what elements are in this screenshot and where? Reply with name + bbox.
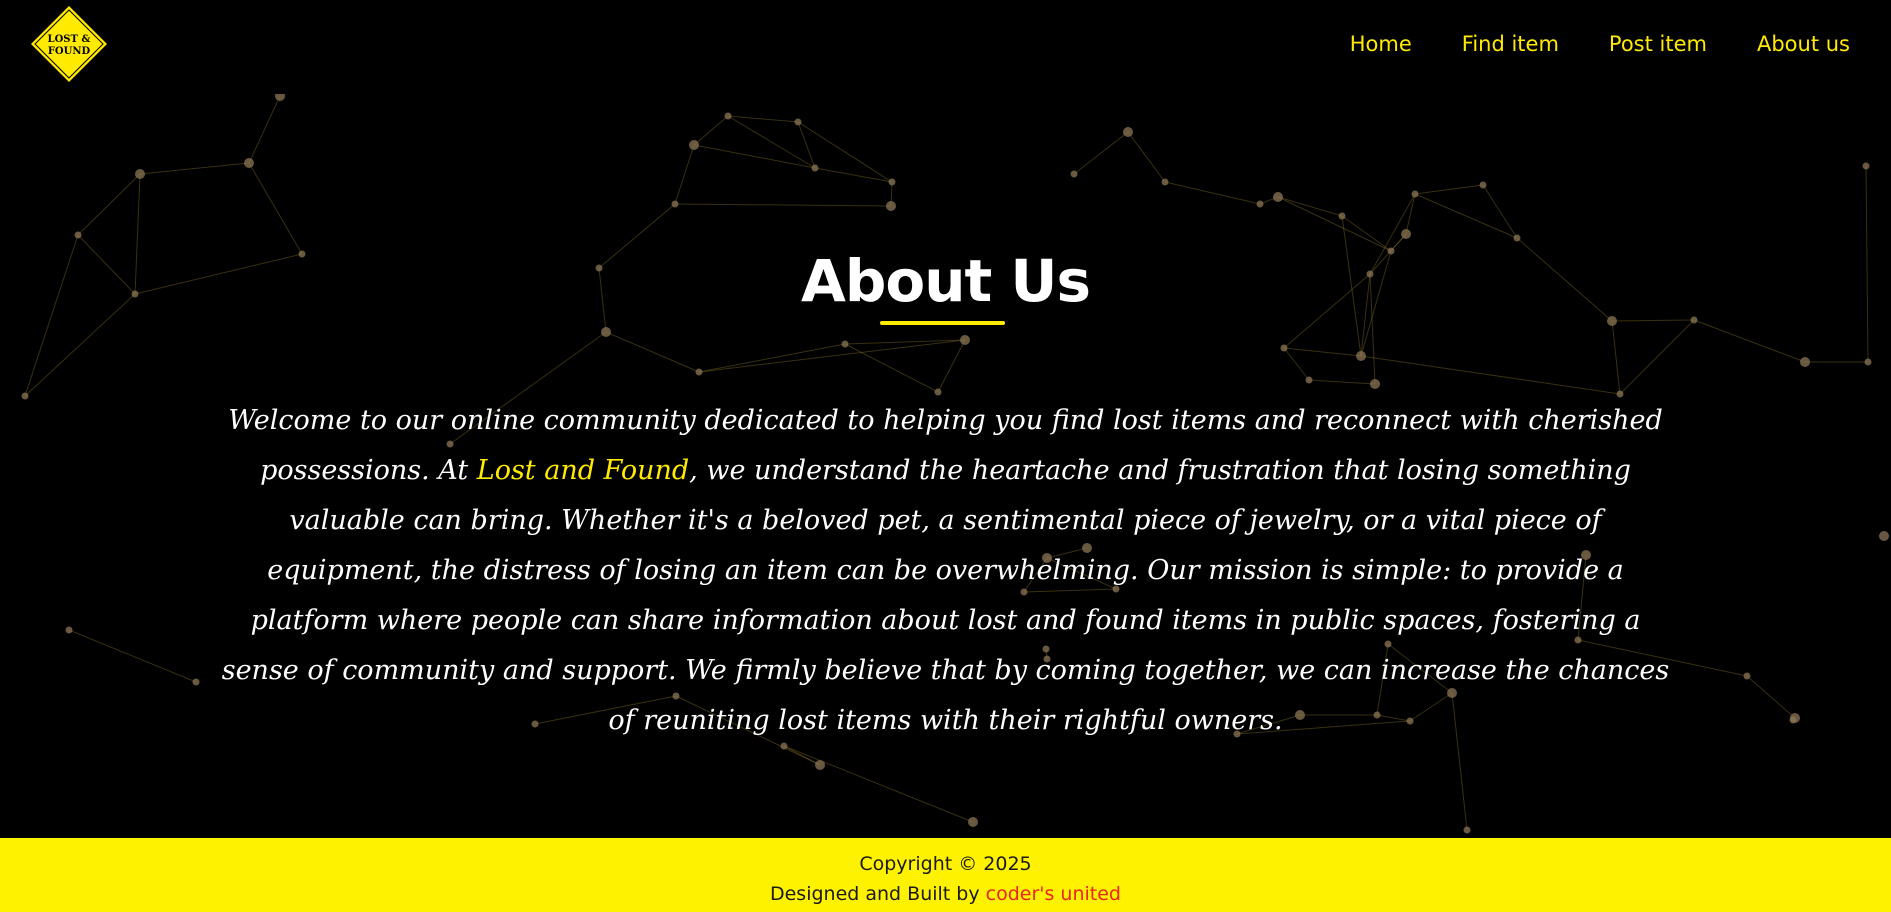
nav-link-about-us[interactable]: About us (1757, 32, 1850, 56)
credits-prefix: Designed and Built by (769, 883, 986, 905)
nav-link-home[interactable]: Home (1350, 32, 1412, 56)
page-title: About Us (800, 247, 1091, 315)
title-underline (880, 321, 1005, 325)
lost-found-logo[interactable]: LOST & FOUND (30, 5, 108, 83)
nav-link-post-item[interactable]: Post item (1609, 32, 1707, 56)
logo-text-line1: LOST & (48, 34, 91, 45)
credits-link[interactable]: coder's united (986, 883, 1121, 905)
credits-line: Designed and Built by coder's united (0, 883, 1891, 905)
logo-diamond-icon: LOST & FOUND (31, 6, 107, 82)
navbar: LOST & FOUND Home Find item Post item Ab… (0, 0, 1891, 94)
about-text-part2: , we understand the heartache and frustr… (221, 455, 1670, 736)
nav-links: Home Find item Post item About us (1350, 32, 1850, 56)
about-section: About Us Welcome to our online community… (0, 94, 1891, 838)
copyright-text: Copyright © 2025 (859, 853, 1032, 875)
nav-link-find-item[interactable]: Find item (1462, 32, 1559, 56)
logo-text-line2: FOUND (48, 46, 91, 57)
brand-highlight: Lost and Found (476, 455, 690, 486)
footer: Copyright © 2025 Designed and Built by c… (0, 838, 1891, 912)
about-paragraph: Welcome to our online community dedicate… (215, 396, 1676, 746)
